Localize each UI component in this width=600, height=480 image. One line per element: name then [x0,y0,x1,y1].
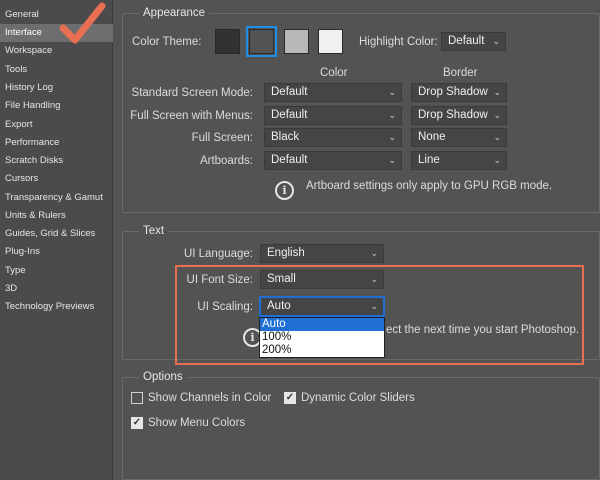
ui-scaling-value: Auto [267,300,291,312]
chevron-down-icon: ⌄ [388,155,396,165]
ui-scaling-option-auto[interactable]: Auto [260,318,384,331]
standard-screen-mode-border-value: Drop Shadow [418,86,488,98]
ui-scaling-option-100[interactable]: 100% [260,331,384,344]
show-menu-colors-label: Show Menu Colors [148,417,246,429]
theme-swatch-light[interactable] [284,29,309,54]
appearance-title: Appearance [139,6,210,20]
color-theme-label: Color Theme: [132,36,202,48]
full-screen-menus-color-select[interactable]: Default ⌄ [264,106,402,125]
standard-screen-mode-color-select[interactable]: Default ⌄ [264,83,402,102]
sidebar-item-file-handling[interactable]: File Handling [0,97,113,115]
sidebar-item-history-log[interactable]: History Log [0,79,113,97]
chevron-down-icon: ⌄ [370,301,378,311]
sidebar-item-guides-grid-slices[interactable]: Guides, Grid & Slices [0,225,113,243]
show-channels-label: Show Channels in Color [148,392,272,404]
sidebar-item-tools[interactable]: Tools [0,61,113,79]
sidebar-item-transparency-gamut[interactable]: Transparency & Gamut [0,189,113,207]
chevron-down-icon: ⌄ [388,132,396,142]
show-menu-colors-checkbox[interactable]: ✓ [131,417,143,429]
sidebar-item-scratch-disks[interactable]: Scratch Disks [0,152,113,170]
color-column-header: Color [320,67,348,79]
ui-language-select[interactable]: English ⌄ [260,244,384,263]
restart-note: ect the next time you start Photoshop. [386,324,580,336]
artboards-label: Artboards: [199,155,253,167]
standard-screen-mode-label: Standard Screen Mode: [131,87,253,99]
artboards-color-value: Default [271,154,308,166]
sidebar-item-units-rulers[interactable]: Units & Rulers [0,207,113,225]
chevron-down-icon: ⌄ [493,87,501,97]
full-screen-border-value: None [418,131,446,143]
artboards-color-select[interactable]: Default ⌄ [264,151,402,170]
ui-font-size-value: Small [267,273,296,285]
full-screen-menus-border-value: Drop Shadow [418,109,488,121]
ui-language-value: English [267,247,305,259]
artboards-border-value: Line [418,154,440,166]
full-screen-menus-color-value: Default [271,109,308,121]
ui-scaling-option-200[interactable]: 200% [260,344,384,357]
artboards-border-select[interactable]: Line ⌄ [411,151,507,170]
chevron-down-icon: ⌄ [493,155,501,165]
full-screen-color-select[interactable]: Black ⌄ [264,128,402,147]
chevron-down-icon: ⌄ [493,132,501,142]
text-group-title: Text [139,224,169,238]
preferences-sidebar: General Interface Workspace Tools Histor… [0,0,113,480]
chevron-down-icon: ⌄ [388,87,396,97]
sidebar-item-3d[interactable]: 3D [0,280,113,298]
highlight-color-label: Highlight Color: [359,36,438,48]
chevron-down-icon: ⌄ [388,110,396,120]
chevron-down-icon: ⌄ [493,110,501,120]
chevron-down-icon: ⌄ [370,274,378,284]
show-channels-checkbox[interactable] [131,392,143,404]
sidebar-item-cursors[interactable]: Cursors [0,170,113,188]
full-screen-menus-label: Full Screen with Menus: [130,110,253,122]
sidebar-item-technology-previews[interactable]: Technology Previews [0,298,113,316]
dynamic-sliders-label: Dynamic Color Sliders [301,392,415,404]
theme-swatch-lightest[interactable] [318,29,343,54]
ui-scaling-label: UI Scaling: [197,301,253,313]
full-screen-color-value: Black [271,131,300,143]
theme-swatch-dark[interactable] [249,29,274,54]
chevron-down-icon: ⌄ [370,248,378,258]
sidebar-item-performance[interactable]: Performance [0,134,113,152]
sidebar-item-export[interactable]: Export [0,116,113,134]
border-column-header: Border [443,67,478,79]
standard-screen-mode-color-value: Default [271,86,308,98]
dynamic-sliders-checkbox[interactable]: ✓ [284,392,296,404]
chevron-down-icon: ⌄ [492,36,500,46]
ui-language-label: UI Language: [183,248,253,260]
info-icon: i [275,181,294,200]
ui-font-size-select[interactable]: Small ⌄ [260,270,384,289]
theme-swatch-darkest[interactable] [215,29,240,54]
sidebar-item-general[interactable]: General [0,6,113,24]
highlight-color-value: Default [448,35,485,47]
artboard-note: Artboard settings only apply to GPU RGB … [306,180,553,192]
ui-scaling-dropdown-list: Auto 100% 200% [259,317,385,358]
sidebar-item-workspace[interactable]: Workspace [0,42,113,60]
options-title: Options [139,370,187,384]
full-screen-label: Full Screen: [191,132,253,144]
sidebar-item-interface[interactable]: Interface [0,24,113,42]
ui-scaling-select[interactable]: Auto ⌄ [260,297,384,316]
sidebar-item-plug-ins[interactable]: Plug-Ins [0,243,113,261]
ui-font-size-label: UI Font Size: [186,274,253,286]
sidebar-item-type[interactable]: Type [0,262,113,280]
full-screen-border-select[interactable]: None ⌄ [411,128,507,147]
highlight-color-select[interactable]: Default ⌄ [441,32,506,51]
standard-screen-mode-border-select[interactable]: Drop Shadow ⌄ [411,83,507,102]
full-screen-menus-border-select[interactable]: Drop Shadow ⌄ [411,106,507,125]
